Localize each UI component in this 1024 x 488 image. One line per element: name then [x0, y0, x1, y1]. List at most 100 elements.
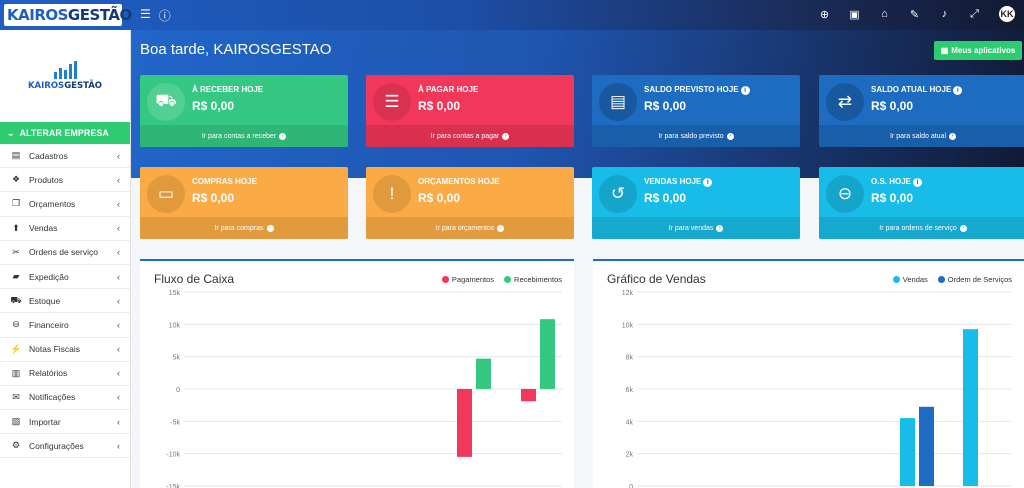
- card-value: R$ 0,00: [192, 191, 235, 205]
- brand-logo[interactable]: KAIROSGESTÃO: [4, 4, 132, 26]
- envelope-icon: ✉: [12, 391, 20, 402]
- info-icon[interactable]: i: [913, 178, 923, 187]
- y-tick-label: 10k: [622, 322, 634, 329]
- tools-icon: ✂: [12, 246, 20, 257]
- arrow-right-icon: ›: [279, 132, 287, 140]
- alterar-empresa-button[interactable]: ⌄ ALTERAR EMPRESA: [0, 122, 130, 144]
- card-link[interactable]: Ir para saldo atual ›: [819, 125, 1024, 147]
- chevron-down-icon: ⌄: [7, 127, 15, 138]
- sidebar-item-notas-fiscais[interactable]: ⚡ Notas Fiscais ‹: [0, 338, 130, 362]
- card-title: À RECEBER HOJE: [192, 85, 264, 94]
- chevron-left-icon: ‹: [117, 223, 120, 234]
- alterar-empresa-label: ALTERAR EMPRESA: [19, 128, 109, 138]
- card-link[interactable]: Ir para compras ›: [140, 217, 348, 239]
- fullscreen-icon[interactable]: ⤢: [968, 8, 981, 21]
- main-content: Boa tarde, KAIROSGESTAO ▦ Meus aplicativ…: [131, 30, 1024, 488]
- sidebar-item-importar[interactable]: ▧ Importar ‹: [0, 410, 130, 435]
- chevron-left-icon: ‹: [117, 440, 120, 451]
- sidebar: KAIROSGESTÃO ⌄ ALTERAR EMPRESA ▤ Cadastro…: [0, 30, 131, 488]
- sidebar-logo-part2: GESTÃO: [64, 81, 103, 91]
- y-tick-label: 2k: [626, 452, 634, 459]
- arrow-right-icon: ›: [716, 224, 724, 232]
- card-value: R$ 0,00: [871, 191, 914, 205]
- y-tick-label: 5k: [173, 355, 181, 362]
- chart-logo-icon: [53, 61, 77, 79]
- card-title: SALDO ATUAL HOJE i: [871, 85, 963, 95]
- bar-pagamentos[interactable]: [521, 389, 536, 402]
- sidebar-item-configurações[interactable]: ⚙ Configurações ‹: [0, 434, 130, 459]
- card-link[interactable]: Ir para contas a pagar ›: [366, 125, 574, 147]
- summary-card: ⇄ SALDO ATUAL HOJE i R$ 0,00 Ir para saldo a…: [819, 75, 1024, 147]
- apps-icon: ▦: [940, 46, 949, 55]
- chevron-left-icon: ‹: [117, 295, 120, 306]
- bar-recebimentos[interactable]: [476, 358, 491, 389]
- tools-icon[interactable]: ✎: [908, 8, 921, 21]
- arrow-right-icon: ›: [497, 224, 505, 232]
- sidebar-item-expedição[interactable]: ▰ Expedição ‹: [0, 265, 130, 290]
- y-tick-label: -5k: [170, 419, 180, 426]
- meus-aplicativos-button[interactable]: ▦ Meus aplicativos: [934, 41, 1022, 60]
- plus-icon[interactable]: ⊕: [818, 8, 831, 21]
- sidebar-item-label: Orçamentos: [29, 198, 76, 209]
- sidebar-item-vendas[interactable]: ⬆ Vendas ‹: [0, 217, 130, 241]
- bar-vendas[interactable]: [900, 418, 915, 486]
- sidebar-item-label: Relatórios: [29, 368, 68, 379]
- shop-icon[interactable]: ⌂: [878, 8, 891, 20]
- bar-ordem-de-serviços[interactable]: [919, 406, 934, 486]
- summary-card: ! ORÇAMENTOS HOJE R$ 0,00 Ir para orçamento…: [366, 167, 574, 239]
- bell-icon[interactable]: ♪: [938, 8, 951, 20]
- card-value: R$ 0,00: [192, 99, 235, 113]
- card-link-label: Ir para ordens de serviço: [879, 224, 957, 232]
- info-icon[interactable]: i: [740, 86, 750, 95]
- arrow-right-icon: ›: [502, 132, 510, 140]
- cubes-icon: ❖: [11, 174, 21, 185]
- info-icon[interactable]: i: [953, 86, 963, 95]
- avatar[interactable]: KK: [998, 5, 1016, 23]
- id-card-icon: ▤: [11, 150, 21, 161]
- sidebar-item-cadastros[interactable]: ▤ Cadastros ‹: [0, 144, 130, 169]
- card-title: À PAGAR HOJE: [418, 85, 479, 94]
- apps-button-label: Meus aplicativos: [951, 46, 1016, 55]
- menu-icon[interactable]: ☰: [140, 7, 151, 24]
- sidebar-item-orçamentos[interactable]: ❐ Orçamentos ‹: [0, 192, 130, 217]
- sidebar-item-estoque[interactable]: ⛟ Estoque ‹: [0, 289, 130, 314]
- card-link-label: Ir para contas a pagar: [430, 132, 500, 140]
- bar-vendas[interactable]: [963, 329, 978, 486]
- summary-card: ▤ SALDO PREVISTO HOJE i R$ 0,00 Ir para sald…: [592, 75, 800, 147]
- card-link[interactable]: Ir para saldo previsto ›: [592, 125, 800, 147]
- card-value: R$ 0,00: [644, 99, 687, 113]
- vendas-panel: Gráfico de Vendas Vendas Ordem de Serviço…: [593, 259, 1024, 488]
- bar-pagamentos[interactable]: [457, 389, 472, 457]
- sidebar-item-label: Importar: [29, 416, 61, 427]
- arrow-right-icon: ›: [959, 224, 967, 232]
- card-link[interactable]: Ir para vendas ›: [592, 217, 800, 239]
- sidebar-logo-part1: KAIROS: [27, 81, 65, 91]
- y-tick-label: -15k: [166, 484, 180, 488]
- y-tick-label: 12k: [622, 290, 634, 297]
- chevron-left-icon: ‹: [117, 344, 120, 355]
- card-link[interactable]: Ir para ordens de serviço ›: [819, 217, 1024, 239]
- card-link[interactable]: Ir para orçamentos ›: [366, 217, 574, 239]
- sidebar-item-financeiro[interactable]: ⊖ Financeiro ‹: [0, 313, 130, 338]
- card-value: R$ 0,00: [418, 191, 461, 205]
- page-title: Boa tarde, KAIROSGESTAO: [140, 41, 332, 58]
- bar-recebimentos[interactable]: [540, 319, 555, 389]
- sidebar-item-label: Ordens de serviço: [29, 247, 98, 258]
- summary-card: ↺ VENDAS HOJE i R$ 0,00 Ir para vendas ›: [592, 167, 800, 239]
- summary-card: ⊖ O.S. HOJE i R$ 0,00 Ir para ordens de serv…: [819, 167, 1024, 239]
- info-icon[interactable]: i: [703, 178, 713, 187]
- sidebar-logo[interactable]: KAIROSGESTÃO: [0, 30, 130, 122]
- card-link-label: Ir para saldo previsto: [658, 132, 724, 140]
- card-link[interactable]: Ir para contas a receber ›: [140, 125, 348, 147]
- card-link-label: Ir para compras: [214, 224, 264, 232]
- sidebar-item-ordens-de-serviço[interactable]: ✂ Ordens de serviço ‹: [0, 241, 130, 265]
- sidebar-item-produtos[interactable]: ❖ Produtos ‹: [0, 168, 130, 193]
- sidebar-item-notificações[interactable]: ✉ Notificações ‹: [0, 386, 130, 411]
- arrow-right-icon: ›: [726, 132, 734, 140]
- minus-circle-icon: ⊖: [826, 175, 864, 213]
- chevron-left-icon: ‹: [117, 247, 120, 258]
- save-icon[interactable]: ▣: [848, 8, 861, 21]
- info-icon[interactable]: ⓘ: [159, 7, 171, 24]
- sidebar-item-label: Notificações: [29, 392, 76, 403]
- sidebar-item-relatórios[interactable]: ▥ Relatórios ‹: [0, 362, 130, 386]
